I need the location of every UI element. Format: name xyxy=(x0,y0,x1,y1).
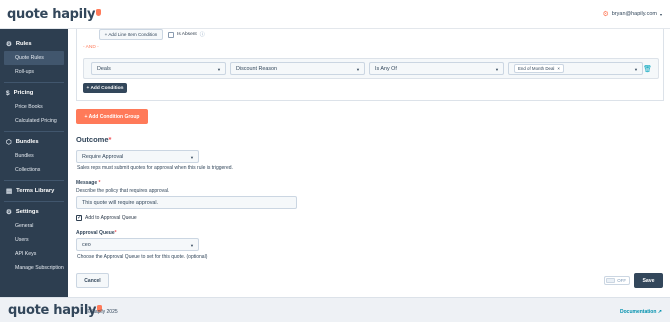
caret-down-icon: ▼ xyxy=(356,67,360,72)
gear-icon: ⚙ xyxy=(6,41,12,48)
is-absent-checkbox[interactable] xyxy=(168,31,174,38)
toggle-knob xyxy=(606,278,615,283)
main-content: + Add Line Item Condition Is Absent ⓘ - … xyxy=(68,29,670,297)
message-label: Message * xyxy=(76,180,101,186)
app-header: quote hapily ⚙ bryan@hapily.com ▾ xyxy=(0,0,670,29)
chevron-down-icon: ▾ xyxy=(659,11,662,17)
cancel-button[interactable]: Cancel xyxy=(76,273,109,288)
value-tag: End of Month Deal × xyxy=(514,64,564,73)
sidebar-divider xyxy=(4,82,64,83)
sidebar-item-general[interactable]: General xyxy=(0,219,68,233)
condition-row: Deals ▼ Discount Reason ▼ Is Any Of ▼ En… xyxy=(83,58,659,79)
save-button[interactable]: Save xyxy=(634,273,663,288)
outcome-title: Outcome* xyxy=(76,135,112,144)
sidebar-item-api-keys[interactable]: API Keys xyxy=(0,247,68,261)
sidebar-divider xyxy=(4,201,64,202)
help-circle-icon: ⓘ xyxy=(199,32,205,38)
approval-queue-select[interactable]: ceo ▼ xyxy=(76,238,199,251)
sidebar-item-quote-rules[interactable]: Quote Rules xyxy=(4,51,64,65)
external-link-icon: ↗ xyxy=(657,309,662,315)
sidebar-item-users[interactable]: Users xyxy=(0,233,68,247)
sidebar-item-manage-subscription[interactable]: Manage Subscription xyxy=(0,261,68,275)
operator-select[interactable]: Is Any Of ▼ xyxy=(369,62,504,75)
approval-queue-help: Choose the Approval Queue to set for thi… xyxy=(77,254,208,260)
gear-icon: ⚙ xyxy=(6,209,12,216)
caret-down-icon: ▼ xyxy=(495,67,499,72)
add-to-approval-queue-option[interactable]: Add to Approval Queue xyxy=(76,214,137,221)
tag-remove-icon[interactable]: × xyxy=(557,66,560,71)
user-menu[interactable]: ⚙ bryan@hapily.com ▾ xyxy=(602,10,662,18)
sidebar-nav: ⚙ Rules Quote Rules Roll-ups $ Pricing P… xyxy=(0,29,68,297)
and-separator: - AND - xyxy=(83,45,99,50)
sidebar-section-terms-library[interactable]: ▤ Terms Library xyxy=(0,184,68,198)
gear-icon: ⚙ xyxy=(602,11,609,18)
sidebar-section-pricing[interactable]: $ Pricing xyxy=(0,86,68,100)
add-condition-button[interactable]: + Add Condition xyxy=(83,83,127,93)
is-absent-toggle[interactable]: Is Absent ⓘ xyxy=(168,31,205,38)
caret-down-icon: ▼ xyxy=(190,243,194,248)
copyright-text: © hapily 2025 xyxy=(87,309,118,315)
documentation-link[interactable]: Documentation ↗ xyxy=(620,309,662,315)
sidebar-divider xyxy=(4,180,64,181)
sidebar-section-bundles[interactable]: ⬡ Bundles xyxy=(0,135,68,149)
add-to-approval-queue-checkbox[interactable] xyxy=(76,214,82,221)
property-select[interactable]: Discount Reason ▼ xyxy=(230,62,365,75)
approval-queue-label: Approval Queue* xyxy=(76,230,117,236)
sidebar-item-bundles[interactable]: Bundles xyxy=(0,149,68,163)
trash-icon[interactable]: 🗑 xyxy=(643,65,652,73)
caret-down-icon: ▼ xyxy=(217,67,221,72)
user-email: bryan@hapily.com xyxy=(611,11,657,17)
outcome-action-help: Sales reps must submit quotes for approv… xyxy=(77,165,233,171)
sidebar-divider xyxy=(4,131,64,132)
add-to-approval-queue-label: Add to Approval Queue xyxy=(85,215,137,221)
rule-active-toggle[interactable]: OFF xyxy=(604,276,630,285)
sidebar-section-rules[interactable]: ⚙ Rules xyxy=(0,37,68,51)
sidebar-item-collections[interactable]: Collections xyxy=(0,163,68,177)
object-select[interactable]: Deals ▼ xyxy=(91,62,226,75)
is-absent-label: Is Absent xyxy=(177,32,197,37)
app-footer: quote hapily © hapily 2025 Documentation… xyxy=(0,297,670,322)
add-line-item-condition-button[interactable]: + Add Line Item Condition xyxy=(99,29,163,40)
sidebar-item-roll-ups[interactable]: Roll-ups xyxy=(0,65,68,79)
sidebar-section-settings[interactable]: ⚙ Settings xyxy=(0,205,68,219)
dollar-icon: $ xyxy=(6,89,10,97)
condition-group-panel: + Add Line Item Condition Is Absent ⓘ - … xyxy=(76,29,664,101)
sidebar-item-calculated-pricing[interactable]: Calculated Pricing xyxy=(0,114,68,128)
app-logo[interactable]: quote hapily xyxy=(7,7,102,22)
caret-down-icon: ▼ xyxy=(190,155,194,160)
book-icon: ▤ xyxy=(6,188,13,195)
outcome-action-select[interactable]: Require Approval ▼ xyxy=(76,150,199,163)
value-multiselect[interactable]: End of Month Deal × ▼ xyxy=(508,62,643,75)
add-condition-group-button[interactable]: + Add Condition Group xyxy=(76,109,148,124)
box-icon: ⬡ xyxy=(6,139,12,146)
message-help: Describe the policy that requires approv… xyxy=(76,188,170,194)
caret-down-icon: ▼ xyxy=(634,67,638,72)
message-input[interactable]: This quote will require approval. xyxy=(76,196,297,209)
sidebar-item-price-books[interactable]: Price Books xyxy=(0,100,68,114)
